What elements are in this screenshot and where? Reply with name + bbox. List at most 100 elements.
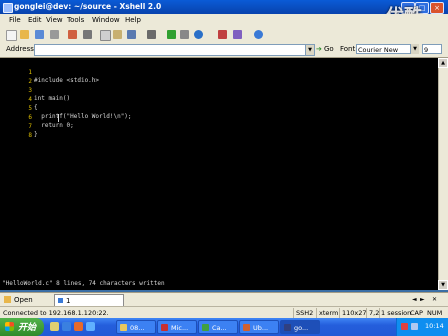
quicklaunch-icon[interactable] <box>62 322 71 331</box>
tab-scroll-left-icon[interactable]: ◄ <box>412 296 417 303</box>
terminal-type: xterm <box>319 309 339 317</box>
num-indicator: NUM <box>427 309 443 317</box>
status-divider <box>316 308 317 318</box>
quicklaunch-icon[interactable] <box>74 322 83 331</box>
font-size-select[interactable]: 9 <box>422 44 442 54</box>
go-arrow-icon: ➔ <box>316 45 322 53</box>
taskbar-button[interactable]: Mic... <box>157 320 197 334</box>
windows-logo-icon <box>5 322 14 331</box>
terminal-line: 6 return 0; <box>0 106 430 129</box>
taskbar-label: go... <box>294 324 309 332</box>
dropdown-arrow-icon[interactable] <box>83 30 92 39</box>
title-bar[interactable]: gonglei@dev: ~/source - Xshell 2.0 _ □ × <box>0 0 448 14</box>
scroll-down-icon[interactable]: ▼ <box>438 280 448 290</box>
session-lock-icon <box>58 298 63 303</box>
terminal-line: 8 <box>0 124 430 139</box>
open-label: Open <box>14 296 33 304</box>
address-label: Address <box>6 45 34 53</box>
tab-close-icon[interactable]: ✕ <box>432 296 437 303</box>
font-dropdown-arrow-icon[interactable]: ▼ <box>410 44 419 54</box>
properties-icon[interactable] <box>68 30 77 39</box>
tab-scroll-right-icon[interactable]: ► <box>420 296 425 303</box>
session-count: 1 session <box>381 309 412 317</box>
options-icon[interactable] <box>233 30 242 39</box>
help-icon[interactable] <box>254 30 263 39</box>
new-session-icon[interactable] <box>6 30 17 41</box>
terminal-size: 110x27 <box>342 309 367 317</box>
folder-icon <box>120 324 127 331</box>
tray-network-icon[interactable] <box>411 323 418 330</box>
connection-status: Connected to 192.168.1.120:22. <box>3 309 109 317</box>
menu-file[interactable]: File <box>9 16 21 24</box>
presentation-icon <box>161 324 168 331</box>
font-select[interactable]: Courier New <box>356 44 418 54</box>
taskbar-button[interactable]: Ub... <box>239 320 279 334</box>
vim-status-message: "HelloWorld.c" 8 lines, 74 characters wr… <box>2 280 165 287</box>
transfer-icon[interactable] <box>167 30 176 39</box>
status-divider <box>379 308 380 318</box>
taskbar-label: 08... <box>130 324 145 332</box>
terminal-line: 7 } <box>0 115 430 138</box>
globe-icon[interactable] <box>194 30 203 39</box>
script-icon[interactable] <box>218 30 227 39</box>
terminal-line: 2 <box>0 70 430 85</box>
copy-icon[interactable] <box>100 30 111 41</box>
go-button[interactable]: ➔ Go <box>316 44 336 54</box>
start-button[interactable]: 开始 <box>0 318 44 336</box>
font-label: Font <box>340 45 356 53</box>
transfer-dropdown-icon[interactable] <box>180 30 189 39</box>
address-input[interactable] <box>34 44 306 56</box>
taskbar-label: Ca... <box>212 324 227 332</box>
clock[interactable]: 10:14 <box>425 322 444 330</box>
terminal-line: 3 int main() <box>0 79 430 102</box>
status-divider <box>366 308 367 318</box>
protocol-status: SSH2 <box>296 309 314 317</box>
terminal-line: 5 printf("Hello World!\n"); <box>0 97 430 120</box>
menu-help[interactable]: Help <box>125 16 141 24</box>
caps-indicator: CAP <box>410 309 423 317</box>
terminal-line: 4 { <box>0 88 430 111</box>
line-number: 8 <box>28 132 32 139</box>
toolbar <box>0 27 448 43</box>
menu-tools[interactable]: Tools <box>67 16 84 24</box>
find-icon[interactable] <box>127 30 136 39</box>
quicklaunch-icon[interactable] <box>86 322 95 331</box>
taskbar-button[interactable]: go... <box>280 320 320 334</box>
taskbar-label: Ub... <box>253 324 269 332</box>
open-folder-icon[interactable] <box>20 30 29 39</box>
tray-app-icon[interactable] <box>401 323 408 330</box>
taskbar-button[interactable]: Ca... <box>198 320 238 334</box>
session-tab-bar: Open 1 192.168.1.120 ◄ ► ✕ <box>0 292 448 313</box>
terminal-scrollbar[interactable] <box>438 58 448 290</box>
open-button[interactable]: Open <box>4 295 40 305</box>
scroll-up-icon[interactable]: ▲ <box>438 58 448 68</box>
window-title: gonglei@dev: ~/source - Xshell 2.0 <box>14 2 162 11</box>
mouse-ibeam-cursor <box>58 114 59 122</box>
xshell-icon <box>284 324 291 331</box>
open-folder-icon <box>4 296 11 303</box>
paste-icon[interactable] <box>113 30 122 39</box>
code-text: } <box>34 131 38 138</box>
terminal-screen[interactable]: 1 #include <stdio.h> 2 3 int main() 4 { … <box>0 58 438 290</box>
taskbar-label: Mic... <box>171 324 189 332</box>
menu-view[interactable]: View <box>46 16 63 24</box>
xshell-app-icon[interactable] <box>3 3 13 13</box>
taskbar-button[interactable]: 08... <box>116 320 156 334</box>
quicklaunch-icon[interactable] <box>50 322 59 331</box>
camtasia-icon <box>202 324 209 331</box>
address-dropdown-arrow-icon[interactable]: ▼ <box>305 44 315 56</box>
disconnect-icon[interactable] <box>35 30 44 39</box>
status-divider <box>293 308 294 318</box>
menu-window[interactable]: Window <box>92 16 120 24</box>
status-divider <box>339 308 340 318</box>
ubuntu-icon <box>243 324 250 331</box>
menu-edit[interactable]: Edit <box>28 16 42 24</box>
print-icon[interactable] <box>147 30 156 39</box>
address-bar: Address ▼ ➔ Go Font Courier New ▼ 9 <box>0 42 448 58</box>
go-label: Go <box>324 45 334 53</box>
start-label: 开始 <box>18 323 37 333</box>
windows-taskbar: 开始 08... Mic... Ca... Ub... go... 10:14 <box>0 318 448 336</box>
reconnect-icon[interactable] <box>50 30 59 39</box>
terminal-line: 1 #include <stdio.h> <box>0 61 430 84</box>
cursor-position: 7,2 <box>369 309 380 317</box>
